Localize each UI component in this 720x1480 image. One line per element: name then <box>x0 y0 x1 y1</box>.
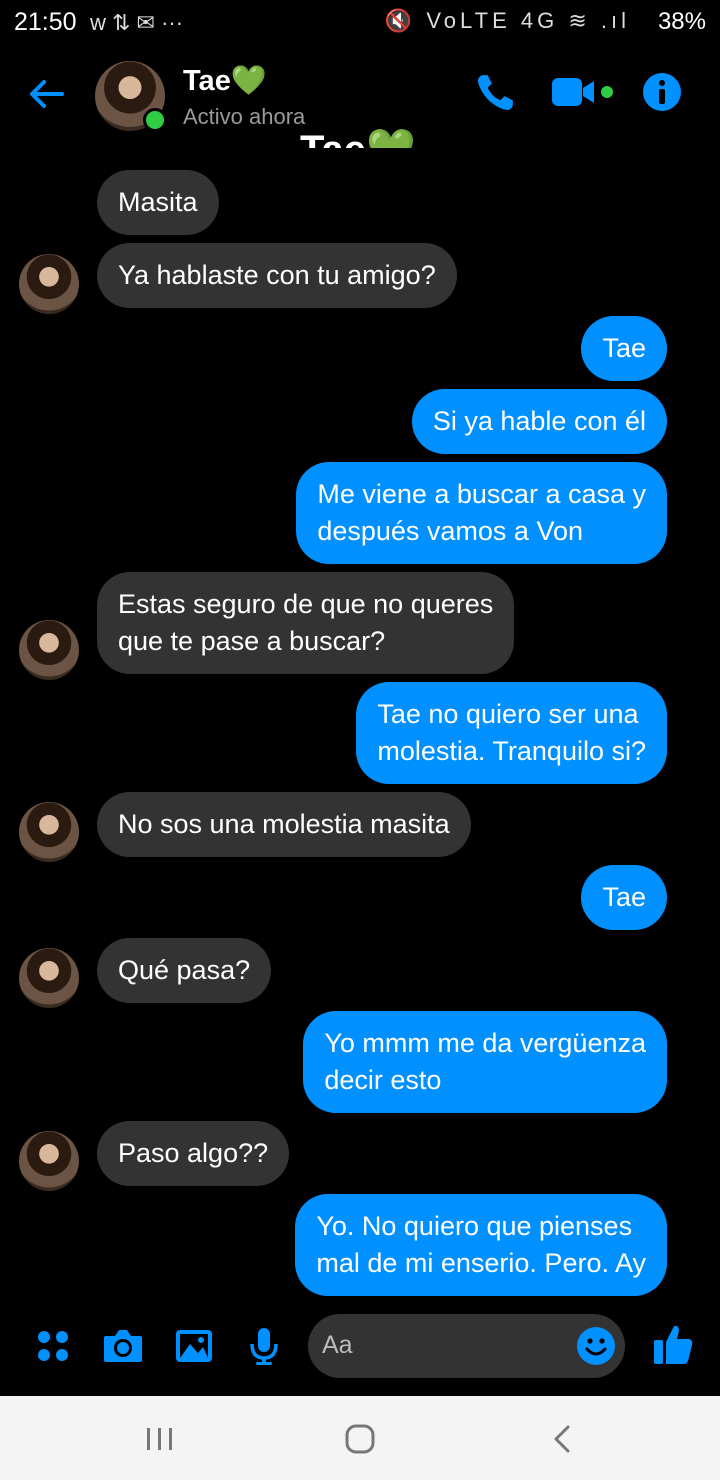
contact-avatar-small[interactable] <box>19 620 79 680</box>
system-navigation-bar <box>0 1396 720 1480</box>
phone-call-icon[interactable] <box>474 72 516 114</box>
message-line: Estas seguro de que no queres <box>118 589 494 619</box>
online-indicator <box>143 108 167 132</box>
status-time: 21:50 <box>14 8 77 36</box>
battery-level: 38% <box>657 8 706 35</box>
message-outgoing[interactable]: Yo. No quiero que pienses mal de mi ense… <box>295 1194 667 1296</box>
message-outgoing[interactable]: Tae <box>581 316 667 381</box>
message-outgoing[interactable]: Yo mmm me da vergüenza decir esto <box>303 1011 667 1113</box>
message-incoming[interactable]: No sos una molestia masita <box>97 792 471 857</box>
message-outgoing[interactable]: Me viene a buscar a casa y después vamos… <box>296 462 667 564</box>
message-input-placeholder: Aa <box>322 1331 353 1359</box>
message-outgoing[interactable]: Si ya hable con él <box>411 389 667 454</box>
message-incoming[interactable]: Estas seguro de que no queres que te pas… <box>97 572 515 674</box>
camera-icon[interactable] <box>102 1326 144 1366</box>
message-incoming[interactable]: Paso algo?? <box>97 1121 290 1186</box>
message-line: molestia. Tranquilo si? <box>377 736 646 766</box>
notification-icons: w ⇅ ✉ ··· <box>90 10 184 35</box>
more-actions-icon[interactable] <box>33 1326 73 1366</box>
message-line: Yo mmm me da vergüenza <box>324 1028 646 1058</box>
message-composer: Aa <box>0 1300 720 1396</box>
message-line: decir esto <box>324 1065 442 1095</box>
message-line: que te pase a buscar? <box>118 626 386 656</box>
message-incoming[interactable]: Ya hablaste con tu amigo? <box>97 243 457 308</box>
message-incoming[interactable]: Qué pasa? <box>97 938 272 1003</box>
contact-avatar-small[interactable] <box>19 254 79 314</box>
system-status-icons: 🔇 VoLTE 4G ≋ .ıl <box>384 8 630 33</box>
contact-avatar-small[interactable] <box>19 1131 79 1191</box>
home-icon[interactable] <box>344 1423 376 1455</box>
message-input[interactable]: Aa <box>308 1314 625 1378</box>
gallery-icon[interactable] <box>174 1326 214 1366</box>
message-line: mal de mi enserio. Pero. Ay <box>316 1248 646 1278</box>
message-incoming[interactable]: Masita <box>97 170 219 235</box>
video-call-icon[interactable] <box>550 72 616 114</box>
message-outgoing[interactable]: Tae <box>581 865 667 930</box>
status-bar: 21:50 w ⇅ ✉ ··· 🔇 VoLTE 4G ≋ .ıl 38% <box>0 0 720 44</box>
contact-name[interactable]: Tae💚 <box>183 64 267 98</box>
microphone-icon[interactable] <box>244 1326 284 1366</box>
message-outgoing[interactable]: Tae no quiero ser una molestia. Tranquil… <box>356 682 667 784</box>
recent-apps-icon[interactable] <box>144 1426 176 1452</box>
contact-avatar-small[interactable] <box>19 802 79 862</box>
message-line: Yo. No quiero que pienses <box>316 1211 633 1241</box>
info-icon[interactable] <box>642 72 682 112</box>
message-line: después vamos a Von <box>317 516 584 546</box>
contact-status: Activo ahora <box>183 104 306 129</box>
contact-avatar-small[interactable] <box>19 948 79 1008</box>
back-nav-icon[interactable] <box>550 1424 574 1454</box>
emoji-icon[interactable] <box>576 1326 616 1366</box>
back-arrow-icon[interactable] <box>26 74 66 114</box>
message-list[interactable]: Masita Ya hablaste con tu amigo? Tae Si … <box>0 142 720 1300</box>
thumbs-up-icon[interactable] <box>652 1322 694 1366</box>
message-line: Tae no quiero ser una <box>377 699 639 729</box>
message-line: Me viene a buscar a casa y <box>317 479 646 509</box>
